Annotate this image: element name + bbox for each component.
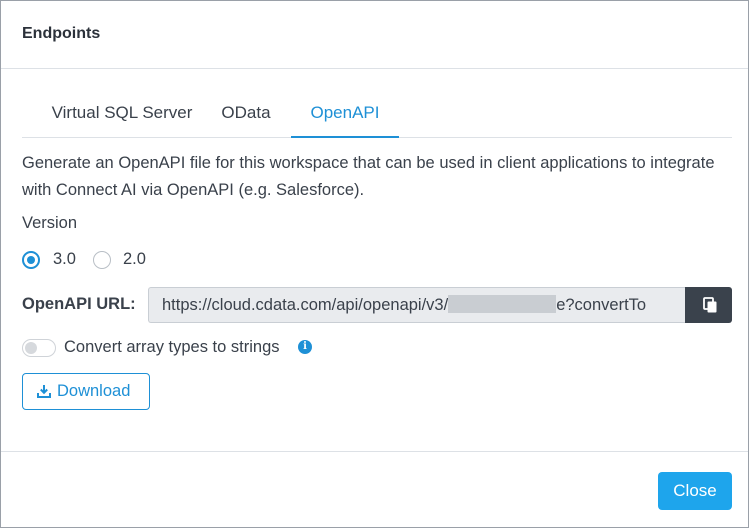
version-label: Version	[22, 214, 78, 232]
endpoints-dialog: Endpoints Virtual SQL Server OData OpenA…	[0, 0, 749, 528]
version-3-label[interactable]: 3.0	[53, 250, 76, 269]
tab-openapi[interactable]: OpenAPI	[291, 95, 399, 138]
url-redaction	[448, 295, 557, 314]
download-icon	[37, 385, 51, 398]
copy-url-button[interactable]	[685, 287, 732, 323]
dialog-title: Endpoints	[22, 25, 101, 42]
close-button[interactable]: Close	[658, 472, 732, 510]
version-2-label[interactable]: 2.0	[123, 250, 146, 269]
info-icon[interactable]: i	[298, 340, 312, 354]
download-label: Download	[57, 382, 131, 400]
openapi-url-label: OpenAPI URL:	[22, 295, 136, 313]
download-button[interactable]: Download	[22, 373, 150, 410]
tab-virtual-sql-server[interactable]: Virtual SQL Server	[42, 95, 202, 137]
version-2-radio[interactable]	[93, 251, 111, 269]
version-3-radio[interactable]	[22, 251, 40, 269]
url-prefix: https://cloud.cdata.com/api/openapi/v3/	[162, 296, 449, 314]
dialog-header: Endpoints	[1, 1, 748, 69]
tab-odata[interactable]: OData	[215, 95, 277, 137]
openapi-description: Generate an OpenAPI file for this worksp…	[22, 154, 715, 199]
convert-array-label: Convert array types to strings	[64, 338, 280, 356]
footer-divider	[1, 451, 748, 452]
url-suffix: e?convertTo	[556, 296, 647, 314]
copy-icon	[703, 297, 717, 313]
tab-bar: Virtual SQL Server OData OpenAPI	[22, 95, 732, 138]
openapi-url-field[interactable]: https://cloud.cdata.com/api/openapi/v3/e…	[148, 287, 685, 323]
convert-array-toggle[interactable]	[22, 339, 56, 357]
